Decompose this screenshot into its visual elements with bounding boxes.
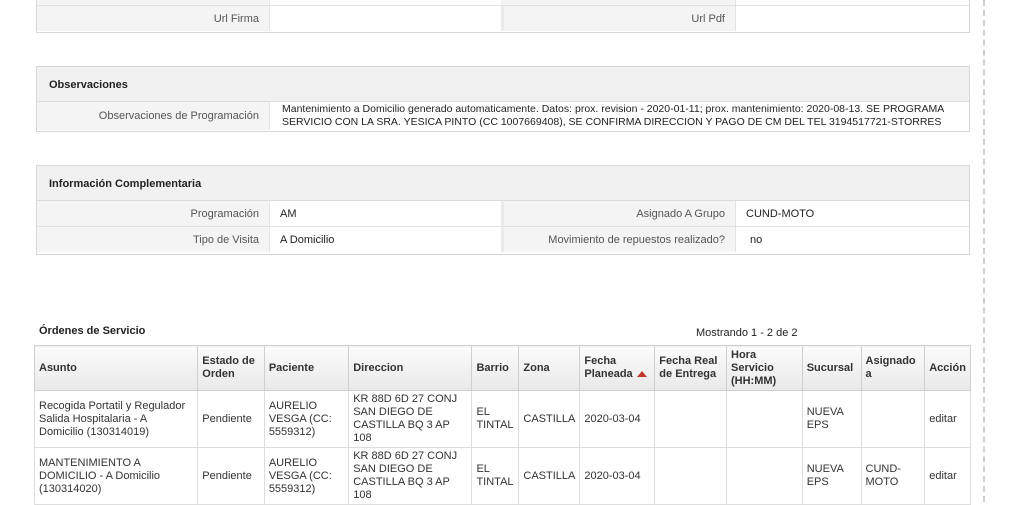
url-firma-label: Url Firma — [37, 6, 269, 31]
cell-zona: CASTILLA — [518, 447, 581, 505]
orders-table: Asunto Estado de Orden Paciente Direccio… — [33, 345, 971, 505]
table-row: Recogida Portatil y Regulador Salida Hos… — [33, 390, 971, 448]
table-row: MANTENIMIENTO A DOMICILIO - A Domicilio … — [33, 447, 971, 505]
cell-asunto: MANTENIMIENTO A DOMICILIO - A Domicilio … — [33, 447, 199, 505]
complementaria-title: Información Complementaria — [37, 166, 969, 201]
orders-pagination-count: Mostrando 1 - 2 de 2 — [696, 327, 798, 339]
col-paciente[interactable]: Paciente — [263, 345, 350, 391]
cell-asignado — [860, 390, 926, 448]
cell-paciente: AURELIO VESGA (CC: 5559312) — [263, 390, 350, 448]
cell-hora — [726, 447, 803, 505]
observaciones-programacion-value: Mantenimiento a Domicilio generado autom… — [269, 102, 969, 130]
cell-fecha-planeada: 2020-03-04 — [579, 390, 656, 448]
url-pdf-value — [735, 6, 969, 31]
col-asunto[interactable]: Asunto — [33, 345, 199, 391]
url-pdf-label: Url Pdf — [501, 6, 735, 31]
col-zona[interactable]: Zona — [518, 345, 581, 391]
cell-sucursal: NUEVA EPS — [801, 447, 862, 505]
col-accion: Acción — [924, 345, 971, 391]
editar-link[interactable]: editar — [929, 413, 957, 425]
observaciones-panel: Observaciones Observaciones de Programac… — [36, 66, 970, 132]
repuestos-label: Movimiento de repuestos realizado? — [501, 227, 735, 252]
cell-paciente: AURELIO VESGA (CC: 5559312) — [263, 447, 350, 505]
programacion-value: AM — [269, 201, 501, 226]
observaciones-programacion-label: Observaciones de Programación — [37, 102, 269, 130]
informacion-complementaria-panel: Información Complementaria Programación … — [36, 165, 970, 255]
editar-link[interactable]: editar — [929, 470, 957, 482]
asignado-grupo-label: Asignado A Grupo — [501, 201, 735, 226]
cell-direccion: KR 88D 6D 27 CONJ SAN DIEGO DE CASTILLA … — [348, 390, 473, 448]
cell-hora — [726, 390, 803, 448]
tipo-visita-label: Tipo de Visita — [37, 227, 269, 252]
cell-fecha-planeada: 2020-03-04 — [579, 447, 656, 505]
cell-asunto: Recogida Portatil y Regulador Salida Hos… — [33, 390, 199, 448]
cell-asignado: CUND-MOTO — [860, 447, 926, 505]
observaciones-title: Observaciones — [37, 67, 969, 102]
cell-estado: Pendiente — [197, 447, 265, 505]
programacion-label: Programación — [37, 201, 269, 226]
orders-header-row: Asunto Estado de Orden Paciente Direccio… — [33, 345, 971, 391]
orders-title: Órdenes de Servicio — [39, 325, 146, 337]
cell-sucursal: NUEVA EPS — [801, 390, 862, 448]
col-asignado[interactable]: Asignado a — [860, 345, 926, 391]
col-fecha-planeada-label: Fecha Planeada — [584, 355, 633, 380]
col-fecha-planeada[interactable]: Fecha Planeada — [579, 345, 656, 391]
cell-barrio: EL TINTAL — [471, 447, 520, 505]
cell-fecha-real — [654, 447, 727, 505]
col-fecha-real[interactable]: Fecha Real de Entrega — [654, 345, 727, 391]
col-barrio[interactable]: Barrio — [471, 345, 520, 391]
col-estado[interactable]: Estado de Orden — [197, 345, 265, 391]
col-direccion[interactable]: Direccion — [348, 345, 473, 391]
cell-zona: CASTILLA — [518, 390, 581, 448]
cell-barrio: EL TINTAL — [471, 390, 520, 448]
repuestos-value: no — [735, 227, 969, 252]
cell-estado: Pendiente — [197, 390, 265, 448]
url-firma-value — [269, 6, 501, 31]
asignado-grupo-value: CUND-MOTO — [735, 201, 969, 226]
cell-direccion: KR 88D 6D 27 CONJ SAN DIEGO DE CASTILLA … — [348, 447, 473, 505]
col-sucursal[interactable]: Sucursal — [801, 345, 862, 391]
tipo-visita-value: A Domicilio — [269, 227, 501, 252]
sort-ascending-icon[interactable] — [636, 371, 647, 378]
page-edge-divider — [983, 0, 985, 502]
cell-fecha-real — [654, 390, 727, 448]
col-hora-servicio[interactable]: Hora Servicio (HH:MM) — [726, 345, 803, 391]
firma-panel: Url Firma Url Pdf — [36, 0, 970, 33]
